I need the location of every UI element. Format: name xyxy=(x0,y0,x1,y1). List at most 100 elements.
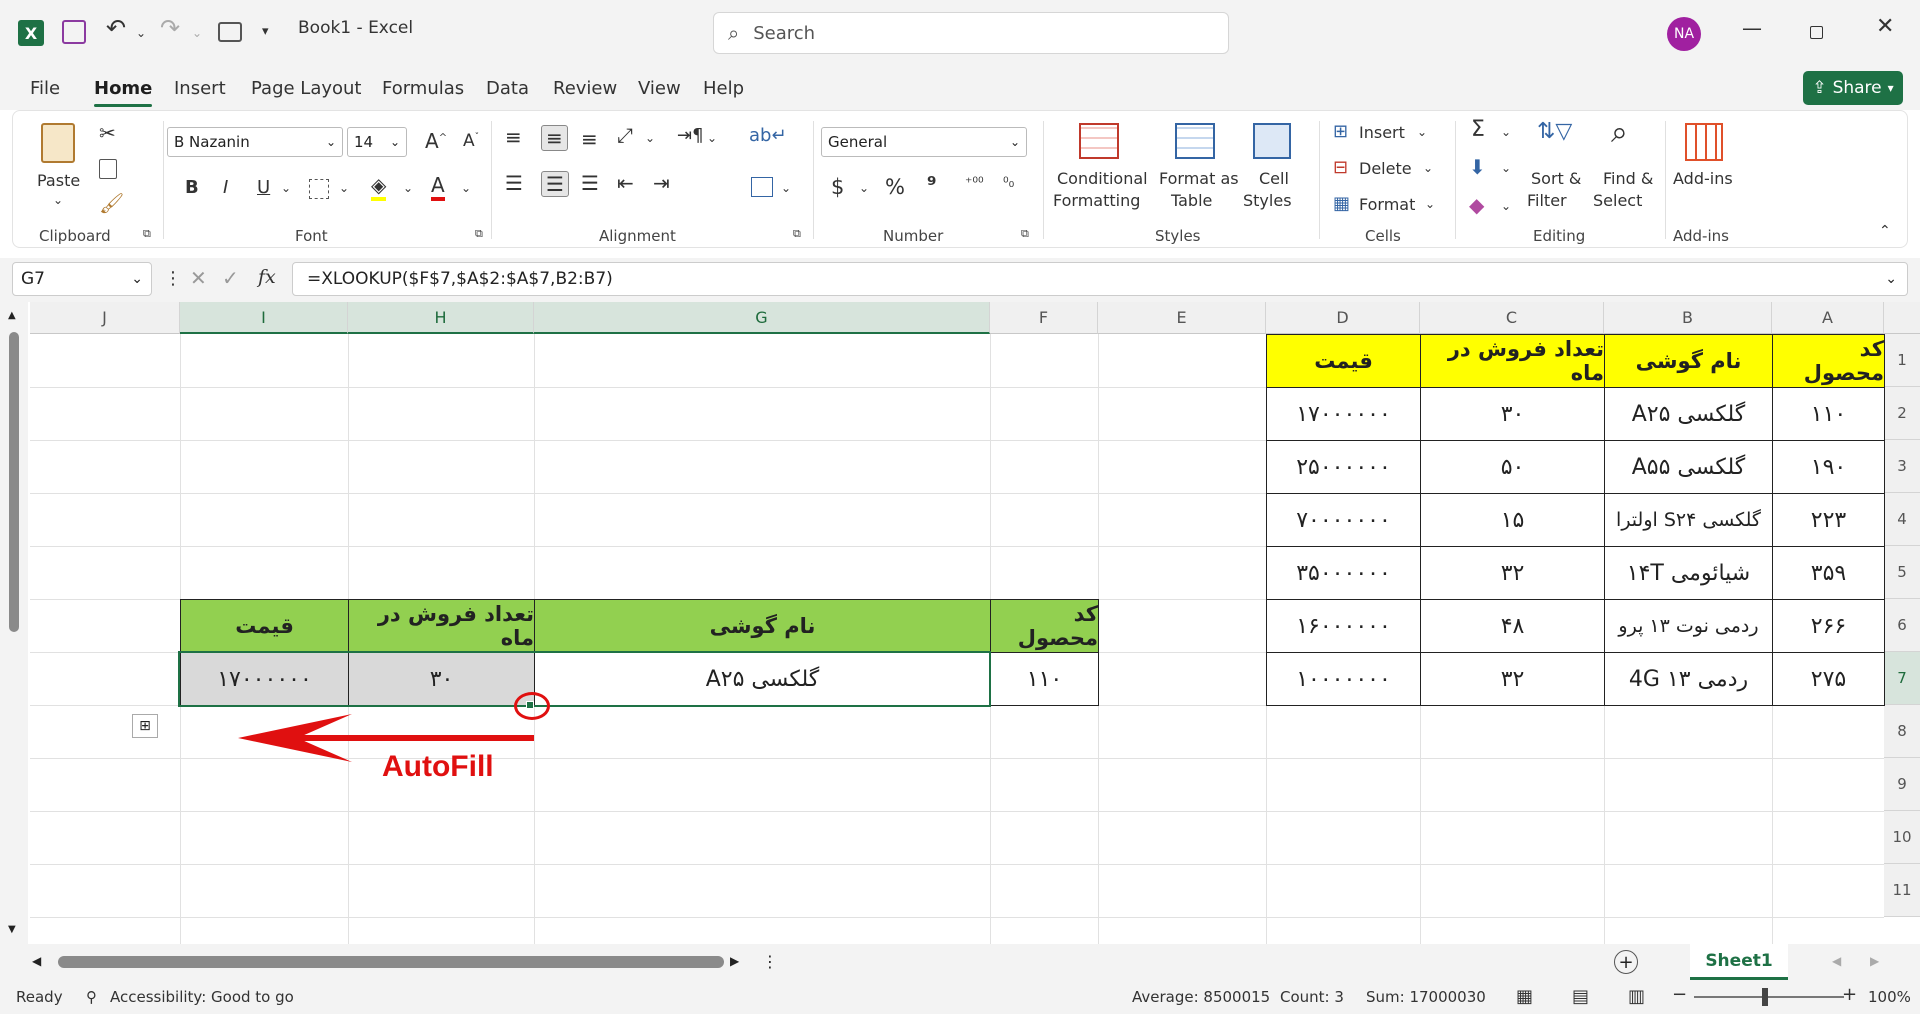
find-select-icon[interactable]: ⌕ xyxy=(1611,115,1628,150)
decrease-indent-icon[interactable]: ⇤ xyxy=(617,171,634,195)
decrease-decimal-icon[interactable]: ⁰₀ xyxy=(1003,175,1014,191)
align-left-icon[interactable]: ☰ xyxy=(505,171,523,195)
italic-icon[interactable]: I xyxy=(223,177,228,198)
percent-icon[interactable]: % xyxy=(885,175,905,199)
sort-filter-label-1[interactable]: Sort & xyxy=(1531,169,1581,188)
share-button[interactable]: ⇪ Share ▾ xyxy=(1803,71,1903,105)
cell-I6[interactable]: قیمت xyxy=(180,599,349,653)
cell-A4[interactable]: ۲۲۳ xyxy=(1772,493,1885,547)
decrease-font-icon[interactable]: Aˇ xyxy=(463,131,479,151)
cell-A2[interactable]: ۱۱۰ xyxy=(1772,387,1885,441)
row-header-8[interactable]: 8 xyxy=(1884,705,1920,758)
undo-icon[interactable]: ↶ xyxy=(106,14,126,42)
tab-review[interactable]: Review xyxy=(553,78,617,99)
cell-B6[interactable]: ردمی نوت ۱۳ پرو xyxy=(1604,599,1773,653)
tab-insert[interactable]: Insert xyxy=(174,78,226,99)
search-box[interactable]: ⌕ Search xyxy=(713,12,1229,54)
row-header-3[interactable]: 3 xyxy=(1884,440,1920,493)
add-sheet-icon[interactable]: + xyxy=(1614,950,1638,974)
insert-cells-label[interactable]: Insert xyxy=(1359,123,1405,142)
merge-center-icon[interactable] xyxy=(751,177,773,197)
cell-G6[interactable]: نام گوشی xyxy=(534,599,991,653)
undo-dropdown-icon[interactable]: ⌄ xyxy=(136,26,146,40)
text-direction-dropdown-icon[interactable]: ⌄ xyxy=(707,131,717,145)
align-right-icon[interactable]: ☰ xyxy=(581,171,599,195)
tab-split-icon[interactable]: ⋮ xyxy=(762,952,778,971)
page-break-view-icon[interactable]: ▥ xyxy=(1628,986,1645,1007)
cell-C6[interactable]: ۴۸ xyxy=(1420,599,1605,653)
cell-B5[interactable]: شیائومی ۱۴T xyxy=(1604,546,1773,600)
vertical-scrollbar[interactable]: ▲ ▼ xyxy=(0,302,28,944)
customize-qat-icon[interactable]: ▾ xyxy=(262,24,269,39)
cell-A5[interactable]: ۳۵۹ xyxy=(1772,546,1885,600)
page-layout-view-icon[interactable]: ▤ xyxy=(1572,986,1589,1007)
vertical-scroll-thumb[interactable] xyxy=(9,332,19,632)
accessibility-icon[interactable]: ⚲ xyxy=(86,988,97,1006)
format-as-table-label-2[interactable]: Table xyxy=(1171,191,1212,210)
paste-label[interactable]: Paste xyxy=(37,171,80,190)
insert-dropdown-icon[interactable]: ⌄ xyxy=(1417,125,1427,139)
status-count[interactable]: Count: 3 xyxy=(1280,988,1344,1006)
row-header-4[interactable]: 4 xyxy=(1884,493,1920,546)
row-header-7[interactable]: 7 xyxy=(1884,652,1920,705)
select-all-corner[interactable] xyxy=(1884,302,1920,334)
borders-dropdown-icon[interactable]: ⌄ xyxy=(339,181,349,195)
autofill-options-icon[interactable]: ⊞ xyxy=(132,714,158,738)
format-dropdown-icon[interactable]: ⌄ xyxy=(1425,197,1435,211)
cell-B4[interactable]: گلکسی S۲۴ اولترا xyxy=(1604,493,1773,547)
insert-function-icon[interactable]: fx xyxy=(258,266,276,288)
scroll-right-icon[interactable]: ▶ xyxy=(730,954,739,968)
format-painter-icon[interactable]: 🖌 xyxy=(99,191,124,215)
fill-icon[interactable]: ⬇ xyxy=(1469,155,1486,179)
cell-F7[interactable]: ۱۱۰ xyxy=(990,652,1099,706)
fill-color-icon[interactable]: ◈ xyxy=(371,173,387,201)
align-middle-icon[interactable]: ≡ xyxy=(541,125,568,151)
delete-dropdown-icon[interactable]: ⌄ xyxy=(1423,161,1433,175)
scroll-down-icon[interactable]: ▼ xyxy=(8,924,16,935)
sort-filter-icon[interactable]: ⇅▽ xyxy=(1537,119,1572,144)
number-format-select[interactable]: General ⌄ xyxy=(821,127,1027,157)
cell-C4[interactable]: ۱۵ xyxy=(1420,493,1605,547)
bold-icon[interactable]: B xyxy=(185,177,199,198)
cell-C5[interactable]: ۳۲ xyxy=(1420,546,1605,600)
cell-A6[interactable]: ۲۶۶ xyxy=(1772,599,1885,653)
cell-H6[interactable]: تعداد فروش در ماه xyxy=(348,599,535,653)
column-header-J[interactable]: J xyxy=(30,302,180,334)
underline-dropdown-icon[interactable]: ⌄ xyxy=(281,181,291,195)
zoom-in-icon[interactable]: + xyxy=(1842,984,1857,1005)
zoom-out-icon[interactable]: − xyxy=(1672,984,1687,1005)
formula-input[interactable]: =XLOOKUP($F$7,$A$2:$A$7,B2:B7) ⌄ xyxy=(292,262,1908,296)
restore-icon[interactable] xyxy=(1810,26,1823,39)
paste-dropdown-icon[interactable]: ⌄ xyxy=(53,193,63,207)
cell-styles-icon[interactable] xyxy=(1253,123,1291,159)
cell-D6[interactable]: ۱۶۰۰۰۰۰۰ xyxy=(1266,599,1421,653)
cell-D7[interactable]: ۱۰۰۰۰۰۰۰ xyxy=(1266,652,1421,706)
column-header-B[interactable]: B xyxy=(1604,302,1772,334)
cell-B2[interactable]: گلکسی A۲۵ xyxy=(1604,387,1773,441)
align-bottom-icon[interactable]: ≡ xyxy=(581,127,598,151)
align-top-icon[interactable]: ≡ xyxy=(505,125,522,149)
status-average[interactable]: Average: 8500015 xyxy=(1132,988,1270,1006)
column-header-F[interactable]: F xyxy=(990,302,1098,334)
name-box[interactable]: G7 ⌄ xyxy=(12,262,152,296)
cell-D1[interactable]: قیمت xyxy=(1266,334,1421,388)
increase-font-icon[interactable]: A^ xyxy=(425,129,447,153)
cell-D5[interactable]: ۳۵۰۰۰۰۰۰ xyxy=(1266,546,1421,600)
save-icon[interactable] xyxy=(62,20,86,44)
prev-sheet-icon[interactable]: ◀ xyxy=(1832,954,1841,968)
font-name-select[interactable]: B Nazanin ⌄ xyxy=(167,127,343,157)
zoom-level[interactable]: 100% xyxy=(1868,988,1911,1006)
find-select-label-1[interactable]: Find & xyxy=(1603,169,1653,188)
increase-decimal-icon[interactable]: ⁺⁰⁰ xyxy=(965,175,984,191)
row-header-1[interactable]: 1 xyxy=(1884,334,1920,387)
row-header-10[interactable]: 10 xyxy=(1884,811,1920,864)
cell-A7[interactable]: ۲۷۵ xyxy=(1772,652,1885,706)
next-sheet-icon[interactable]: ▶ xyxy=(1870,954,1879,968)
format-as-table-label-1[interactable]: Format as xyxy=(1159,169,1239,188)
format-as-table-icon[interactable] xyxy=(1175,123,1215,159)
tab-view[interactable]: View xyxy=(638,78,681,99)
orientation-icon[interactable]: ⤢ xyxy=(617,123,633,147)
cell-D2[interactable]: ۱۷۰۰۰۰۰۰ xyxy=(1266,387,1421,441)
wrap-text-icon[interactable]: ab↵ xyxy=(749,125,787,146)
cell-D4[interactable]: ۷۰۰۰۰۰۰۰ xyxy=(1266,493,1421,547)
